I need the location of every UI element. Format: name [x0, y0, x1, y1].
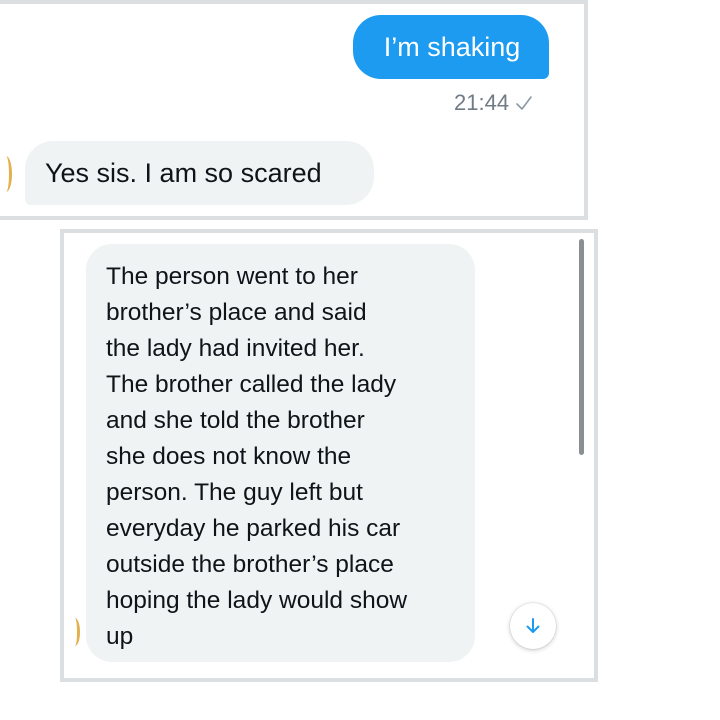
sent-message-bubble[interactable]: I’m shaking	[353, 15, 549, 79]
scroll-down-button[interactable]	[510, 603, 556, 649]
message-line: outside the brother’s place	[106, 551, 394, 578]
message-line: everyday he parked his car	[106, 515, 401, 542]
message-line: The person went to her	[106, 263, 358, 290]
chat-panel-top: I’m shaking 21:44 Yes sis. I am so scare…	[0, 0, 588, 220]
message-line: person. The guy left but	[106, 479, 363, 506]
received-message-bubble[interactable]: Yes sis. I am so scared	[25, 141, 374, 205]
avatar[interactable]	[70, 618, 80, 646]
arrow-down-icon	[526, 618, 540, 633]
chat-panel-bottom: The person went to her brother’s place a…	[60, 229, 598, 682]
message-line: hoping the lady would show	[106, 587, 408, 614]
avatar[interactable]	[0, 156, 12, 192]
message-line: she does not know the	[106, 443, 352, 470]
sent-message-meta: 21:44	[454, 88, 533, 118]
scrollbar[interactable]	[579, 239, 584, 455]
sent-message-time: 21:44	[454, 90, 510, 115]
message-line: and she told the brother	[106, 407, 365, 434]
received-message-bubble[interactable]: The person went to her brother’s place a…	[86, 244, 475, 662]
received-message-text: Yes sis. I am so scared	[45, 158, 322, 188]
message-line: up	[106, 623, 134, 650]
message-line: The brother called the lady	[106, 371, 397, 398]
sent-message-text: I’m shaking	[383, 32, 521, 62]
message-line: brother’s place and said	[106, 299, 367, 326]
check-icon	[516, 96, 532, 110]
message-line: the lady had invited her.	[106, 335, 365, 362]
